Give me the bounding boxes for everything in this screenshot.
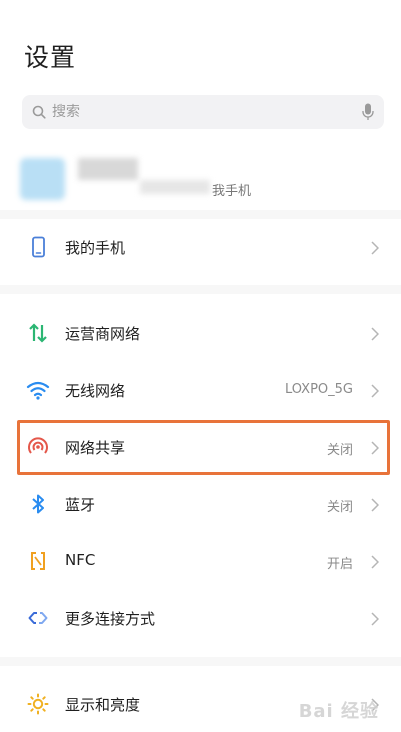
chevron-right-icon (371, 240, 380, 259)
settings-item-value: 开启 (326, 557, 353, 572)
blurred-subtitle (140, 180, 210, 194)
wifi-icon (26, 378, 50, 402)
settings-item-label: NFC (65, 551, 96, 569)
chevron-right-icon (371, 611, 380, 630)
search-bar[interactable] (22, 95, 384, 129)
settings-item-nfc[interactable]: NFC 开启 (0, 532, 401, 589)
settings-item-label: 无线网络 (65, 382, 126, 400)
watermark: Bai 经验 (298, 701, 379, 722)
phone-icon (26, 235, 50, 259)
sun-icon (26, 692, 50, 716)
highlight-box (17, 420, 390, 475)
chevron-right-icon (371, 554, 380, 573)
settings-item-label: 运营商网络 (65, 325, 141, 343)
settings-item-label: 更多连接方式 (65, 610, 156, 628)
settings-item-label: 我的手机 (65, 239, 126, 257)
settings-item-carrier-network[interactable]: 运营商网络 (0, 304, 401, 361)
chevron-right-icon (371, 497, 380, 516)
section-divider (0, 657, 401, 666)
link-icon (26, 606, 50, 630)
account-subtitle: 我手机 (212, 184, 252, 199)
account-entry[interactable]: 我手机 (0, 150, 401, 202)
blurred-name (78, 158, 138, 180)
chevron-right-icon (371, 326, 380, 345)
nfc-icon (26, 549, 50, 573)
settings-item-more-connections[interactable]: 更多连接方式 (0, 589, 401, 646)
settings-item-wifi[interactable]: 无线网络 LOXPO_5G (0, 361, 401, 418)
avatar (20, 158, 65, 200)
settings-item-value: 关闭 (326, 500, 353, 515)
signal-arrows-icon (26, 321, 50, 345)
settings-item-bluetooth[interactable]: 蓝牙 关闭 (0, 475, 401, 532)
settings-item-value: LOXPO_5G (284, 382, 353, 397)
page-title: 设置 (24, 43, 77, 72)
settings-item-my-phone[interactable]: 我的手机 (0, 218, 401, 275)
bluetooth-icon (26, 492, 50, 516)
microphone-icon[interactable] (362, 103, 374, 125)
settings-item-label: 蓝牙 (65, 496, 96, 514)
chevron-right-icon (371, 383, 380, 402)
search-input[interactable] (52, 95, 352, 129)
settings-item-label: 显示和亮度 (65, 696, 141, 714)
search-icon (32, 104, 46, 123)
section-divider (0, 285, 401, 294)
